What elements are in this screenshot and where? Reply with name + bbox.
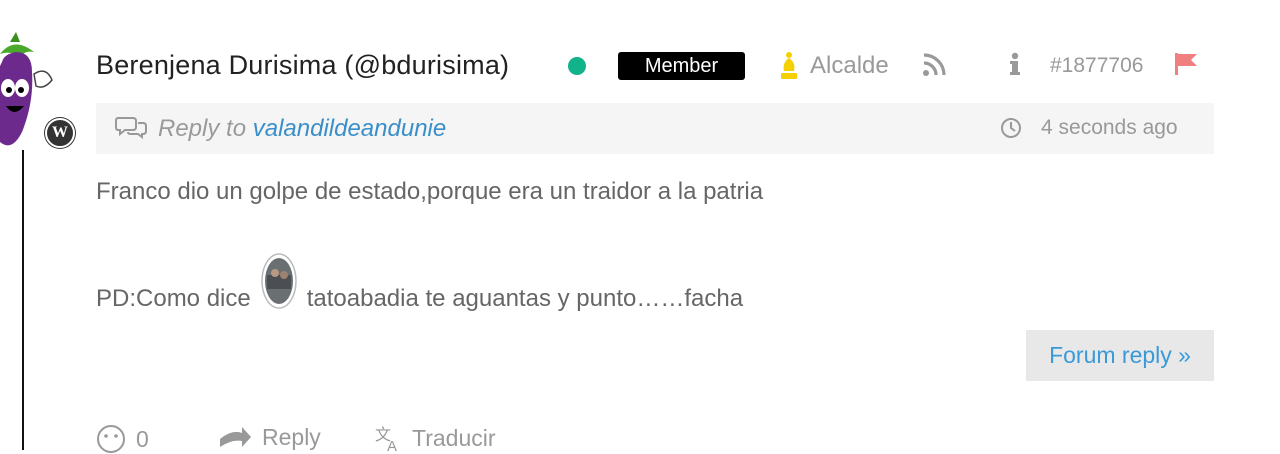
translate-icon: 文 A	[375, 426, 397, 452]
reactions-button[interactable]: 0	[96, 424, 149, 454]
rss-link[interactable]	[922, 53, 946, 82]
reply-info-bar: Reply to valandildeandunie 4 seconds ago	[96, 103, 1214, 154]
reply-to-user-link[interactable]: valandildeandunie	[253, 115, 447, 142]
bishop-rank-icon	[781, 52, 797, 79]
reply-to-prefix: Reply to	[158, 115, 247, 142]
info-icon	[1010, 52, 1020, 75]
reply-arrow-icon	[220, 426, 251, 447]
translate-button[interactable]: 文 A Traducir	[374, 424, 496, 453]
report-flag-button[interactable]	[1173, 51, 1199, 82]
post-id[interactable]: #1877706	[1050, 54, 1143, 78]
rss-icon	[923, 53, 946, 76]
post-text-before-mention: PD:Como dice	[96, 285, 251, 312]
wordpress-badge: W	[44, 117, 76, 149]
thread-line	[22, 150, 24, 450]
post-text-after-mention: tatoabadia te aguantas y punto……facha	[306, 285, 744, 312]
clock-icon	[1000, 117, 1022, 144]
smiley-icon	[97, 425, 125, 453]
svg-text:A: A	[387, 438, 397, 452]
timestamp[interactable]: 4 seconds ago	[1041, 116, 1178, 140]
translate-label: Traducir	[412, 424, 496, 451]
member-badge: Member	[618, 52, 745, 80]
reply-to-text: Reply to valandildeandunie	[158, 115, 446, 143]
post-text-line-2: PD:Como dice tatoabadia te aguantas y pu…	[96, 253, 744, 327]
reply-bubbles-icon	[115, 115, 147, 144]
reply-label: Reply	[262, 424, 321, 450]
online-status-dot	[568, 57, 586, 75]
reply-button[interactable]: Reply	[218, 424, 321, 451]
wordpress-icon: W	[45, 118, 75, 148]
flag-icon	[1175, 53, 1197, 75]
post-text-line-1: Franco dio un golpe de estado,porque era…	[96, 178, 764, 205]
forum-reply-button[interactable]: Forum reply »	[1026, 330, 1214, 381]
rank: Alcalde	[778, 50, 889, 82]
reactions-count: 0	[136, 425, 149, 452]
post-header: Berenjena Durisima (@bdurisima) Member A…	[96, 46, 1226, 86]
rank-label: Alcalde	[810, 52, 889, 79]
mention-avatar[interactable]	[260, 253, 297, 309]
info-button[interactable]	[1008, 52, 1022, 83]
author-name[interactable]: Berenjena Durisima (@bdurisima)	[96, 50, 509, 81]
